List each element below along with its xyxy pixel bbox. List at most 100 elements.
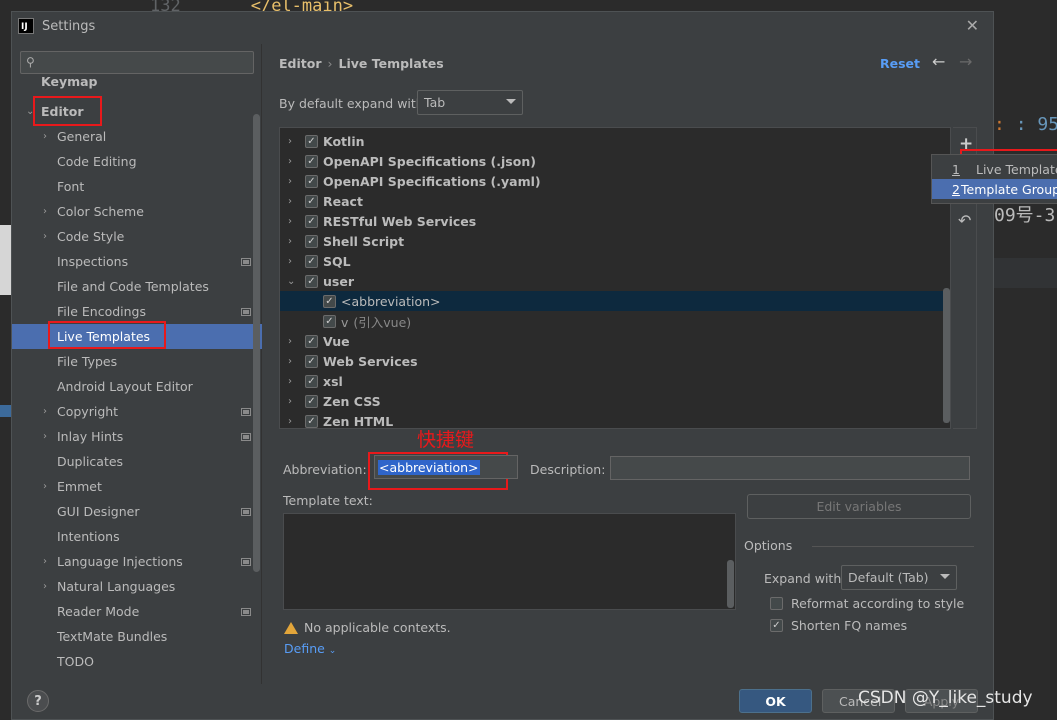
default-expand-select[interactable]: Tab <box>417 90 523 115</box>
chevron-right-icon: › <box>288 175 292 187</box>
checkbox-checked-icon[interactable]: ✓ <box>305 374 318 388</box>
help-button[interactable]: ? <box>27 690 49 712</box>
abbreviation-input[interactable]: <abbreviation> <box>374 455 518 479</box>
sidebar-item-emmet[interactable]: › Emmet <box>12 474 262 499</box>
reformat-label: Reformat according to style <box>791 596 965 611</box>
sidebar-item-editor[interactable]: ⌄ Editor <box>12 99 262 124</box>
template-text-editor[interactable] <box>283 513 736 610</box>
edit-variables-button[interactable]: Edit variables <box>747 494 971 519</box>
checkbox-checked-icon[interactable]: ✓ <box>305 134 318 148</box>
sidebar-item-intentions[interactable]: Intentions <box>12 524 262 549</box>
sidebar-scrollbar[interactable] <box>253 114 260 572</box>
project-scope-icon <box>241 407 251 416</box>
checkbox-checked-icon[interactable]: ✓ <box>323 314 336 328</box>
template-group-row[interactable]: › ✓ Web Services <box>280 351 944 371</box>
checkbox-checked-icon[interactable]: ✓ <box>305 234 318 248</box>
sidebar-item-duplicates[interactable]: Duplicates <box>12 449 262 474</box>
template-group-row[interactable]: › ✓ SQL <box>280 251 944 271</box>
sidebar-item-reader-mode[interactable]: Reader Mode <box>12 599 262 624</box>
search-icon: ⚲ <box>26 55 35 69</box>
template-text-scrollbar[interactable] <box>727 560 734 608</box>
template-group-row[interactable]: › ✓ Shell Script <box>280 231 944 251</box>
template-row[interactable]: ✓ v (引入vue) <box>280 311 944 331</box>
settings-search-box[interactable]: ⚲ <box>20 51 254 74</box>
sidebar-item-live-templates[interactable]: Live Templates <box>12 324 262 349</box>
templates-scrollbar[interactable] <box>943 288 950 423</box>
sidebar-item-file-encodings[interactable]: File Encodings <box>12 299 262 324</box>
default-expand-label: By default expand with <box>279 96 424 111</box>
reformat-checkbox[interactable] <box>770 597 783 610</box>
sidebar-item-android-layout-editor[interactable]: Android Layout Editor <box>12 374 262 399</box>
breadcrumb-editor[interactable]: Editor <box>279 56 322 71</box>
template-group-row[interactable]: › ✓ Zen CSS <box>280 391 944 411</box>
sidebar-item-gui-designer[interactable]: GUI Designer <box>12 499 262 524</box>
template-group-row[interactable]: ⌄ ✓ user <box>280 271 944 291</box>
sidebar-item-color-scheme[interactable]: › Color Scheme <box>12 199 262 224</box>
template-group-row[interactable]: › ✓ RESTful Web Services <box>280 211 944 231</box>
sidebar-item-inlay-hints[interactable]: › Inlay Hints <box>12 424 262 449</box>
checkbox-checked-icon[interactable]: ✓ <box>305 394 318 408</box>
no-context-warning: No applicable contexts. <box>284 620 451 635</box>
sidebar-item-general[interactable]: › General <box>12 124 262 149</box>
csdn-watermark: CSDN @Y_like_study <box>858 688 1033 708</box>
sidebar-item-file-types[interactable]: File Types <box>12 349 262 374</box>
shorten-fq-checkbox[interactable]: ✓ <box>770 619 783 632</box>
template-group-row[interactable]: › ✓ xsl <box>280 371 944 391</box>
close-icon[interactable]: ✕ <box>966 16 979 35</box>
checkbox-checked-icon[interactable]: ✓ <box>323 294 336 308</box>
warning-text: No applicable contexts. <box>304 620 451 635</box>
reset-link[interactable]: Reset <box>880 56 920 71</box>
sidebar-item-keymap[interactable]: Keymap <box>12 77 262 93</box>
template-group-row[interactable]: › ✓ OpenAPI Specifications (.json) <box>280 151 944 171</box>
forward-arrow-icon[interactable]: → <box>959 52 972 71</box>
sidebar-item-code-editing[interactable]: Code Editing <box>12 149 262 174</box>
options-divider <box>812 546 974 547</box>
chevron-right-icon: › <box>288 395 292 407</box>
checkbox-checked-icon[interactable]: ✓ <box>305 274 318 288</box>
sidebar-item-copyright[interactable]: › Copyright <box>12 399 262 424</box>
popup-item-template-group[interactable]: 2Template Group... <box>932 179 1057 199</box>
sidebar-item-language-injections[interactable]: › Language Injections <box>12 549 262 574</box>
settings-search-input[interactable] <box>43 54 243 72</box>
template-group-row[interactable]: › ✓ Vue <box>280 331 944 351</box>
template-group-row[interactable]: › ✓ Zen HTML <box>280 411 944 429</box>
expand-with-select[interactable]: Default (Tab) <box>841 565 957 590</box>
background-code-line: : : 95px <box>994 114 1057 135</box>
checkbox-checked-icon[interactable]: ✓ <box>305 254 318 268</box>
template-group-row[interactable]: › ✓ Kotlin <box>280 131 944 151</box>
breadcrumb-live-templates: Live Templates <box>338 56 444 71</box>
sidebar-item-font[interactable]: Font <box>12 174 262 199</box>
template-group-row[interactable]: › ✓ OpenAPI Specifications (.yaml) <box>280 171 944 191</box>
abbreviation-value: <abbreviation> <box>378 459 480 475</box>
checkbox-checked-icon[interactable]: ✓ <box>305 414 318 428</box>
checkbox-checked-icon[interactable]: ✓ <box>305 334 318 348</box>
template-row-selected[interactable]: ✓ <abbreviation> <box>280 291 944 311</box>
add-icon[interactable]: + <box>959 134 973 154</box>
back-arrow-icon[interactable]: ← <box>932 52 945 71</box>
sidebar-item-natural-languages[interactable]: › Natural Languages <box>12 574 262 599</box>
checkbox-checked-icon[interactable]: ✓ <box>305 354 318 368</box>
sidebar-item-todo[interactable]: TODO <box>12 649 262 674</box>
sidebar-item-code-style[interactable]: › Code Style <box>12 224 262 249</box>
template-text-label: Template text: <box>283 493 373 508</box>
sidebar-item-textmate-bundles[interactable]: TextMate Bundles <box>12 624 262 649</box>
chevron-right-icon: › <box>288 335 292 347</box>
checkbox-checked-icon[interactable]: ✓ <box>305 174 318 188</box>
checkbox-checked-icon[interactable]: ✓ <box>305 194 318 208</box>
define-link[interactable]: Define ⌄ <box>284 641 336 656</box>
sidebar-item-file-templates[interactable]: File and Code Templates <box>12 274 262 299</box>
chevron-right-icon: › <box>288 415 292 427</box>
project-scope-icon <box>241 607 251 616</box>
template-group-row[interactable]: › ✓ React <box>280 191 944 211</box>
checkbox-checked-icon[interactable]: ✓ <box>305 154 318 168</box>
checkbox-checked-icon[interactable]: ✓ <box>305 214 318 228</box>
chevron-down-icon: ⌄ <box>328 646 337 656</box>
popup-item-live-template[interactable]: 1 Live Template <box>932 159 1057 179</box>
ok-button[interactable]: OK <box>739 689 812 713</box>
settings-sidebar: ⚲ Keymap ⌄ Editor › General Code Editing F… <box>12 44 262 684</box>
add-popup-menu: 1Live Template 2Template Group... <box>931 154 1057 204</box>
sidebar-item-inspections[interactable]: Inspections <box>12 249 262 274</box>
restore-icon[interactable]: ↶ <box>958 211 971 230</box>
chevron-right-icon: › <box>288 375 292 387</box>
description-input[interactable] <box>610 456 970 480</box>
